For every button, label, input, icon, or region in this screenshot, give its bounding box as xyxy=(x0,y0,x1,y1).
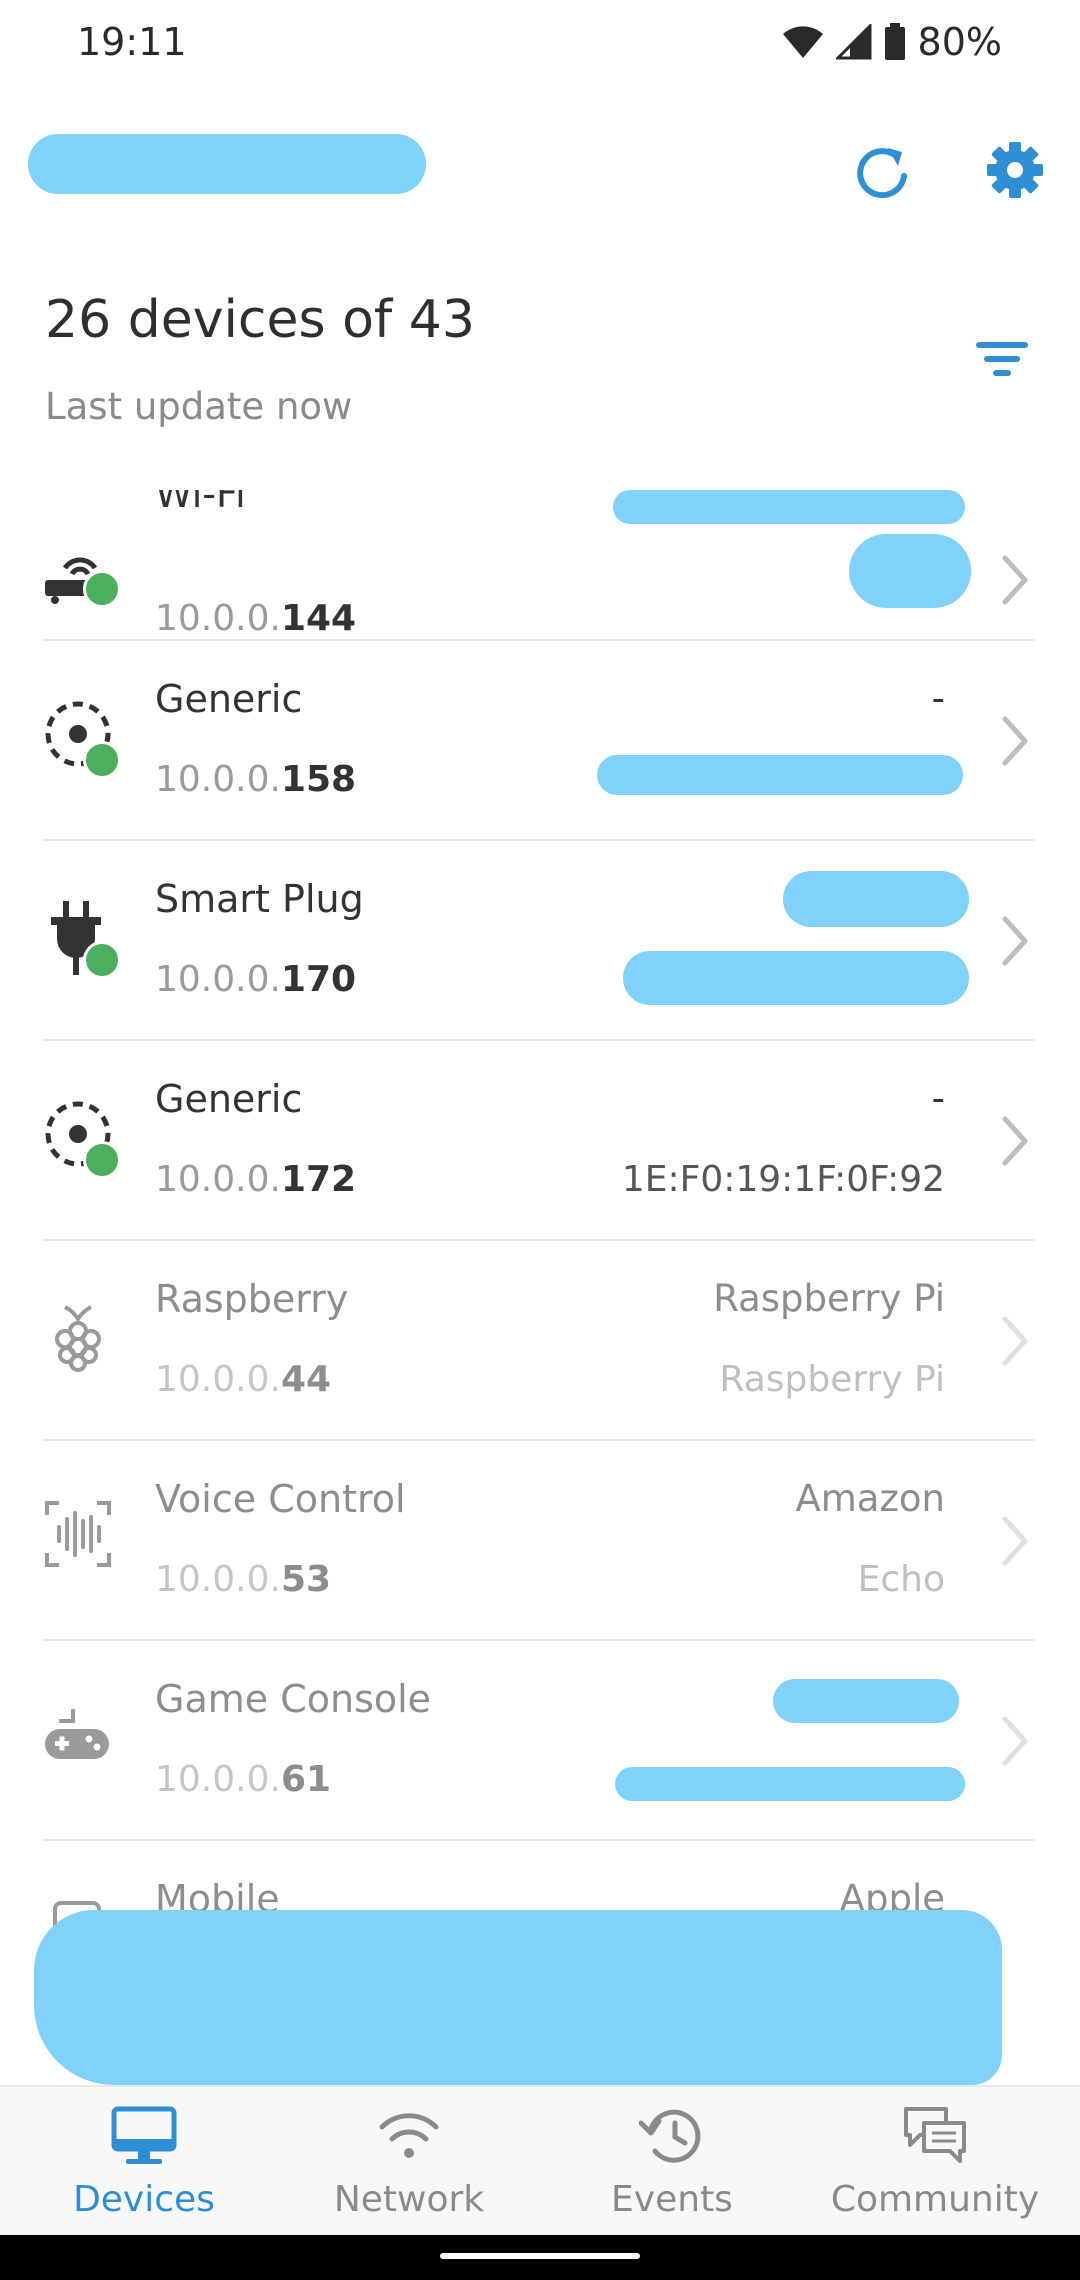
tab-community[interactable]: Community xyxy=(800,2087,1070,2237)
device-model: Echo xyxy=(857,1559,945,1600)
online-status-dot xyxy=(83,741,121,779)
redacted-model xyxy=(615,1767,965,1801)
device-ip: 10.0.0.158 xyxy=(155,759,357,800)
monitor-icon xyxy=(111,2106,177,2164)
tab-network-label: Network xyxy=(333,2179,485,2220)
chat-icon xyxy=(904,2107,966,2163)
status-bar: 19:11 80% xyxy=(0,0,1080,90)
chevron-right-icon xyxy=(1002,1716,1028,1766)
device-vendor: Raspberry Pi xyxy=(713,1277,945,1320)
device-model: Raspberry Pi xyxy=(719,1359,945,1400)
chevron-right-icon xyxy=(1002,1516,1028,1566)
tab-community-label: Community xyxy=(830,2179,1040,2220)
device-name: Generic xyxy=(155,677,303,721)
redacted-model xyxy=(623,951,969,1005)
status-icons: 80% xyxy=(782,20,1002,64)
refresh-button[interactable] xyxy=(842,130,922,210)
chevron-right-icon xyxy=(1002,1116,1028,1166)
device-name: Generic xyxy=(155,1077,303,1121)
chevron-right-icon xyxy=(1002,716,1028,766)
redacted-vendor xyxy=(613,490,965,524)
device-row[interactable]: Voice Control 10.0.0.53 Amazon Echo xyxy=(43,1439,1035,1641)
last-update-text: Last update now xyxy=(45,385,353,428)
redacted-model xyxy=(849,534,971,608)
redacted-network-name xyxy=(28,134,426,194)
chevron-right-icon xyxy=(1002,555,1028,605)
device-name: Game Console xyxy=(155,1677,432,1721)
device-vendor: - xyxy=(931,1077,945,1120)
voice-control-icon xyxy=(45,1501,111,1567)
device-ip: 10.0.0.144 xyxy=(155,598,357,639)
tab-devices-label: Devices xyxy=(73,2179,215,2220)
redacted-mac xyxy=(597,755,963,795)
online-status-dot xyxy=(83,1141,121,1179)
redacted-vendor xyxy=(783,871,969,927)
refresh-icon xyxy=(857,148,907,199)
tab-events-label: Events xyxy=(611,2179,733,2220)
device-name: Raspberry xyxy=(155,1277,349,1321)
device-ip: 10.0.0.53 xyxy=(155,1559,332,1600)
history-icon xyxy=(639,2109,701,2163)
chevron-right-icon xyxy=(1002,1316,1028,1366)
gamepad-icon xyxy=(45,1709,109,1759)
raspberry-icon xyxy=(55,1305,101,1372)
battery-icon xyxy=(884,23,905,60)
device-row[interactable]: Game Console 10.0.0.61 xyxy=(43,1639,1035,1841)
device-mac: 1E:F0:19:1F:0F:92 xyxy=(621,1159,945,1200)
device-name: Voice Control xyxy=(155,1477,406,1521)
device-name: Smart Plug xyxy=(155,877,364,921)
online-status-dot xyxy=(83,941,121,979)
device-row[interactable]: Generic 10.0.0.172 - 1E:F0:19:1F:0F:92 xyxy=(43,1039,1035,1241)
device-ip: 10.0.0.170 xyxy=(155,959,357,1000)
tab-events[interactable]: Events xyxy=(537,2087,807,2237)
online-status-dot xyxy=(83,570,121,608)
settings-button[interactable] xyxy=(975,130,1055,210)
chevron-right-icon xyxy=(1002,916,1028,966)
gear-icon xyxy=(987,142,1043,198)
status-time: 19:11 xyxy=(77,20,187,64)
redacted-overlay xyxy=(34,1910,1002,2085)
devices-count-title: 26 devices of 43 xyxy=(45,290,475,350)
home-gesture-handle[interactable] xyxy=(440,2253,640,2259)
device-row[interactable]: Generic 10.0.0.158 - xyxy=(43,639,1035,841)
device-row[interactable]: Raspberry 10.0.0.44 Raspberry Pi Raspber… xyxy=(43,1239,1035,1441)
system-navigation-bar xyxy=(0,2235,1080,2280)
device-list[interactable]: Wi-Fi 10.0.0.144 Generic 10.0.0.158 - Sm… xyxy=(0,490,1080,2085)
filter-button[interactable] xyxy=(968,330,1038,390)
wifi-signal-icon xyxy=(782,26,823,58)
device-ip: 10.0.0.172 xyxy=(155,1159,357,1200)
bottom-navigation: Devices Network Events Community xyxy=(0,2085,1080,2237)
tab-network[interactable]: Network xyxy=(274,2087,544,2237)
battery-level: 80% xyxy=(917,20,1002,64)
tab-devices[interactable]: Devices xyxy=(9,2087,279,2237)
device-ip: 10.0.0.44 xyxy=(155,1359,332,1400)
app-header xyxy=(0,110,1080,220)
device-vendor: Amazon xyxy=(795,1477,945,1520)
device-name: Wi-Fi xyxy=(155,490,246,516)
redacted-vendor xyxy=(773,1679,959,1723)
filter-icon xyxy=(976,342,1028,376)
device-vendor: - xyxy=(931,677,945,720)
device-row[interactable]: Smart Plug 10.0.0.170 xyxy=(43,839,1035,1041)
cell-signal-icon xyxy=(835,24,872,60)
device-ip: 10.0.0.61 xyxy=(155,1759,332,1800)
wifi-icon xyxy=(379,2113,439,2158)
